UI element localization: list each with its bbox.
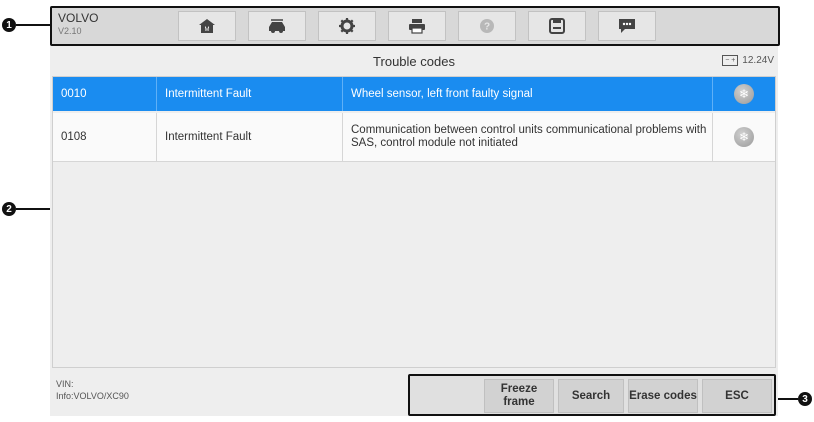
callout-1-leader <box>16 24 50 26</box>
callout-1: 1 <box>2 18 16 32</box>
save-icon <box>549 18 565 34</box>
page-title: Trouble codes <box>373 54 455 69</box>
freeze-frame-button[interactable]: Freeze frame <box>484 379 554 413</box>
home-icon: M <box>199 19 215 33</box>
settings-button[interactable] <box>318 11 376 41</box>
app-version: V2.10 <box>58 26 82 36</box>
dtc-freeze-cell: ❄ <box>713 113 775 161</box>
top-toolbar: VOLVO V2.10 M ? <box>50 6 780 46</box>
snowflake-icon[interactable]: ❄ <box>734 127 754 147</box>
dtc-description: Communication between control units comm… <box>343 113 713 161</box>
function-button-bar: Freeze frame Search Erase codes ESC <box>408 374 776 416</box>
printer-icon <box>409 19 425 34</box>
dtc-freeze-cell: ❄ <box>713 77 775 111</box>
dtc-description: Wheel sensor, left front faulty signal <box>343 77 713 111</box>
dtc-code: 0108 <box>53 113 157 161</box>
search-button[interactable]: Search <box>558 379 624 413</box>
info-label: Info:VOLVO/XC90 <box>56 391 129 401</box>
vin-label: VIN: <box>56 379 74 389</box>
vehicle-swap-icon <box>269 19 285 33</box>
trouble-code-list: 0010 Intermittent Fault Wheel sensor, le… <box>52 76 776 368</box>
brand: VOLVO V2.10 <box>58 11 98 37</box>
save-button[interactable] <box>528 11 586 41</box>
esc-button[interactable]: ESC <box>702 379 772 413</box>
message-button[interactable] <box>598 11 656 41</box>
battery-voltage: 12.24V <box>742 55 774 66</box>
callout-2-leader <box>16 208 52 210</box>
footer: VIN: Info:VOLVO/XC90 Freeze frame Search… <box>52 370 776 416</box>
erase-codes-button[interactable]: Erase codes <box>628 379 698 413</box>
print-button[interactable] <box>388 11 446 41</box>
app-name: VOLVO <box>58 11 99 25</box>
dtc-status: Intermittent Fault <box>157 113 343 161</box>
dtc-code: 0010 <box>53 77 157 111</box>
home-button[interactable]: M <box>178 11 236 41</box>
callout-3-leader <box>778 398 798 400</box>
help-icon: ? <box>480 19 494 33</box>
svg-text:M: M <box>205 27 210 33</box>
battery-icon: − + <box>722 55 739 66</box>
title-bar: Trouble codes − + 12.24V <box>52 52 776 72</box>
help-button[interactable]: ? <box>458 11 516 41</box>
message-icon <box>619 19 635 33</box>
snowflake-icon[interactable]: ❄ <box>734 84 754 104</box>
vehicle-swap-button[interactable] <box>248 11 306 41</box>
callout-3: 3 <box>798 392 812 406</box>
svg-text:?: ? <box>484 22 490 33</box>
callout-2: 2 <box>2 202 16 216</box>
vehicle-info: VIN: Info:VOLVO/XC90 <box>56 378 129 402</box>
dtc-status: Intermittent Fault <box>157 77 343 111</box>
table-row[interactable]: 0010 Intermittent Fault Wheel sensor, le… <box>53 77 775 111</box>
settings-gear-icon <box>339 18 355 34</box>
table-row[interactable]: 0108 Intermittent Fault Communication be… <box>53 113 775 162</box>
battery-status: − + 12.24V <box>722 55 774 66</box>
